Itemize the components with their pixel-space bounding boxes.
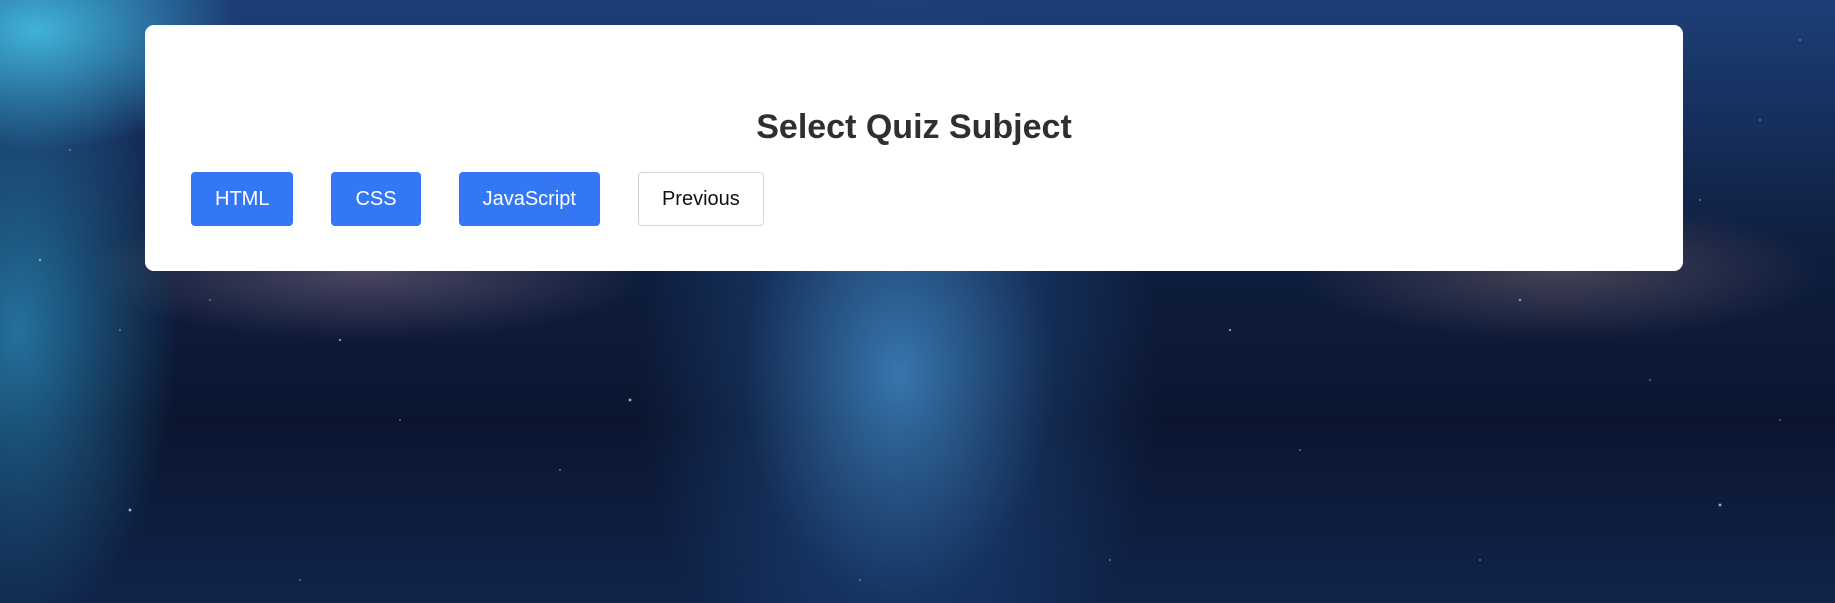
subject-button-javascript[interactable]: JavaScript <box>458 172 600 226</box>
page-title: Select Quiz Subject <box>756 108 1072 146</box>
subject-button-css[interactable]: CSS <box>331 172 421 226</box>
subject-button-html[interactable]: HTML <box>191 172 294 226</box>
quiz-subject-panel: Select Quiz Subject HTML CSS JavaScript … <box>145 25 1683 271</box>
subject-button-row: HTML CSS JavaScript Previous <box>191 172 764 226</box>
previous-button[interactable]: Previous <box>637 172 764 226</box>
